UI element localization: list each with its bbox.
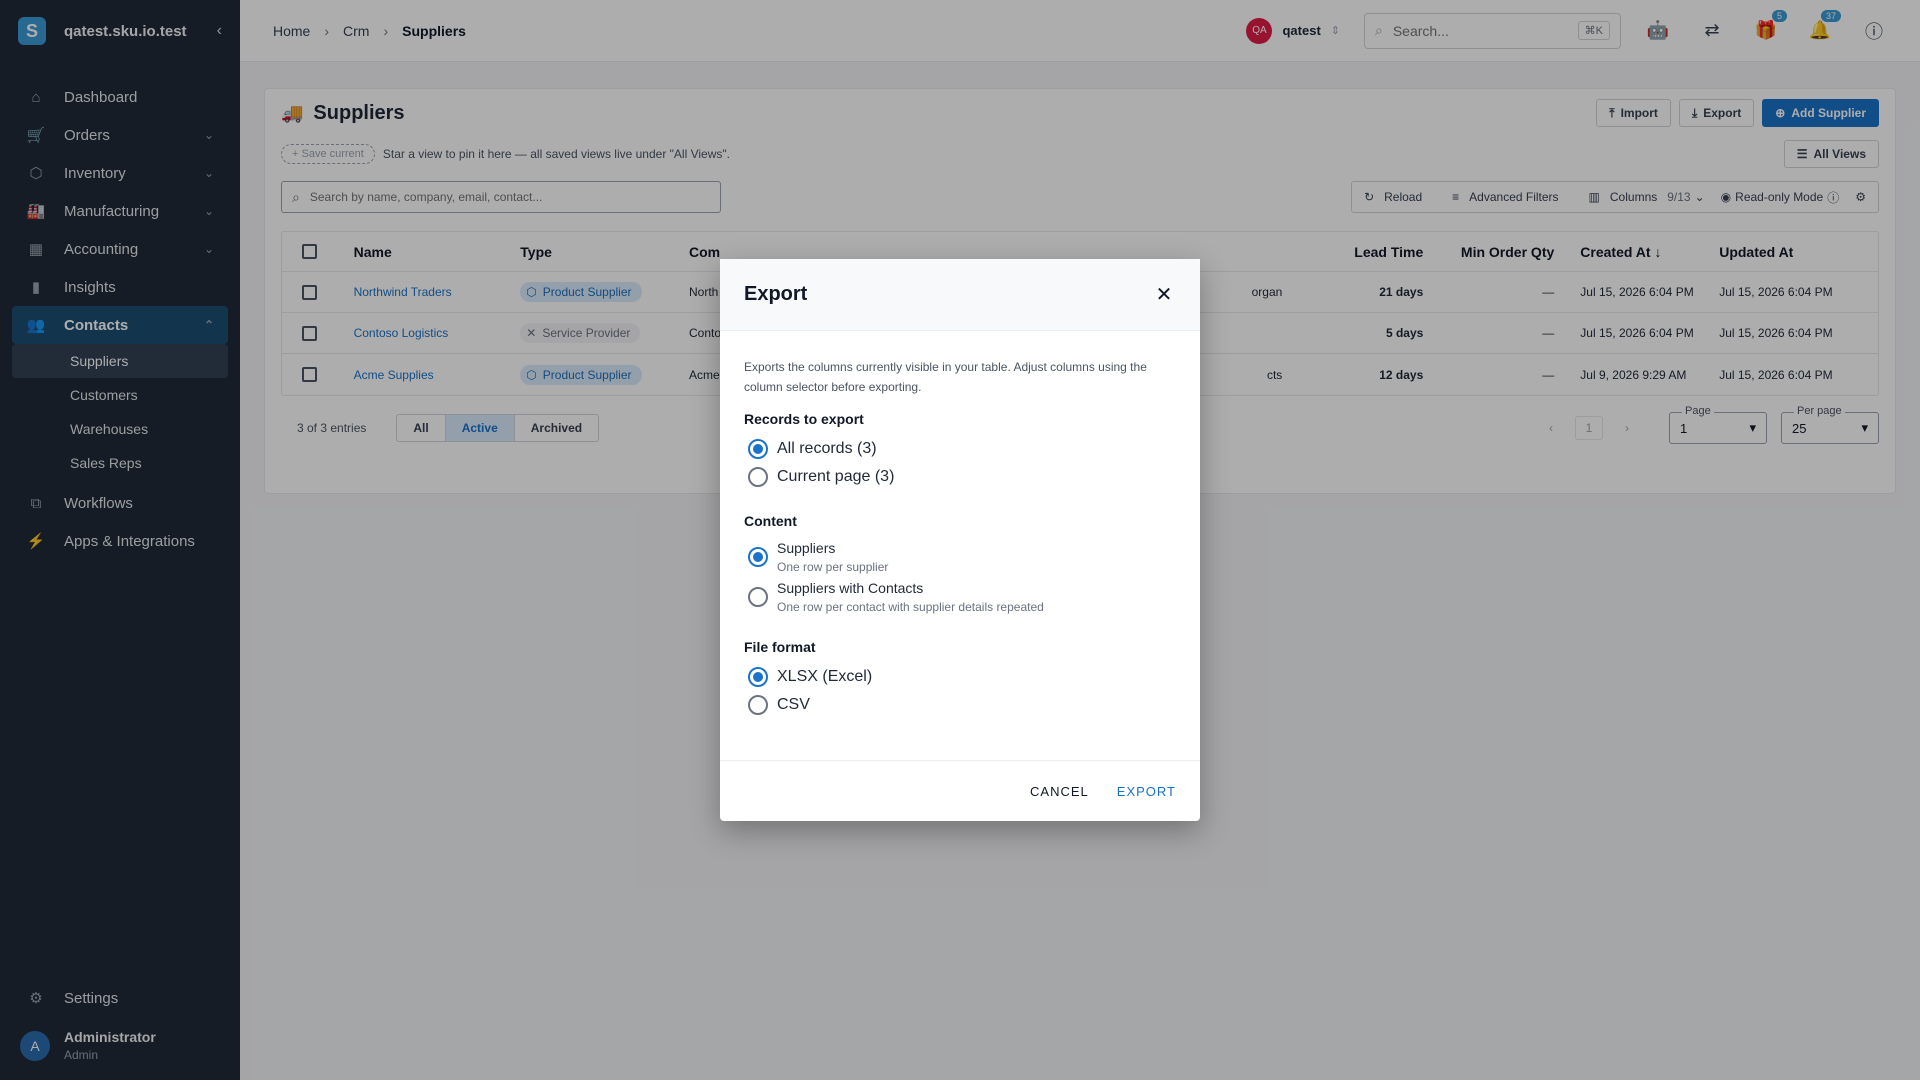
radio-label: XLSX (Excel) <box>777 668 873 685</box>
radio-label: Suppliers with Contacts <box>777 580 924 596</box>
dialog-description: Exports the columns currently visible in… <box>744 360 1147 394</box>
export-confirm-button[interactable]: EXPORT <box>1117 784 1176 799</box>
dialog-title: Export <box>744 283 808 305</box>
radio-button[interactable] <box>748 695 768 715</box>
radio-sublabel: One row per supplier <box>777 560 889 574</box>
radio-xlsx[interactable]: XLSX (Excel) <box>748 663 1176 691</box>
radio-csv[interactable]: CSV <box>748 691 1176 719</box>
records-group: Records to export All records (3) Curren… <box>744 411 1176 491</box>
radio-button[interactable] <box>748 587 768 607</box>
radio-sublabel: One row per contact with supplier detail… <box>777 600 1044 614</box>
records-label: Records to export <box>744 411 864 427</box>
radio-suppliers[interactable]: Suppliers One row per supplier <box>748 537 1176 577</box>
export-dialog: Export ✕ Exports the columns currently v… <box>720 259 1200 821</box>
radio-label: Suppliers <box>777 540 836 556</box>
format-group: File format XLSX (Excel) CSV <box>744 639 1176 719</box>
radio-current-page[interactable]: Current page (3) <box>748 463 1176 491</box>
dialog-body: Exports the columns currently visible in… <box>720 331 1200 719</box>
radio-all-records[interactable]: All records (3) <box>748 435 1176 463</box>
radio-label: CSV <box>777 696 810 713</box>
radio-label: All records (3) <box>777 440 877 457</box>
radio-text: Suppliers with Contacts One row per conta… <box>777 580 1044 614</box>
radio-button-selected[interactable] <box>748 547 768 567</box>
format-label: File format <box>744 639 816 655</box>
radio-suppliers-with-contacts[interactable]: Suppliers with Contacts One row per conta… <box>748 577 1176 617</box>
dialog-header: Export ✕ <box>720 259 1200 331</box>
content-label: Content <box>744 513 797 529</box>
cancel-button[interactable]: CANCEL <box>1030 784 1089 799</box>
close-icon[interactable]: ✕ <box>1152 282 1176 307</box>
radio-button[interactable] <box>748 467 768 487</box>
dialog-footer: CANCEL EXPORT <box>720 760 1200 821</box>
radio-label: Current page (3) <box>777 468 895 485</box>
radio-button-selected[interactable] <box>748 667 768 687</box>
radio-button-selected[interactable] <box>748 439 768 459</box>
content-group: Content Suppliers One row per supplier Su… <box>744 513 1176 617</box>
radio-text: Suppliers One row per supplier <box>777 540 888 574</box>
